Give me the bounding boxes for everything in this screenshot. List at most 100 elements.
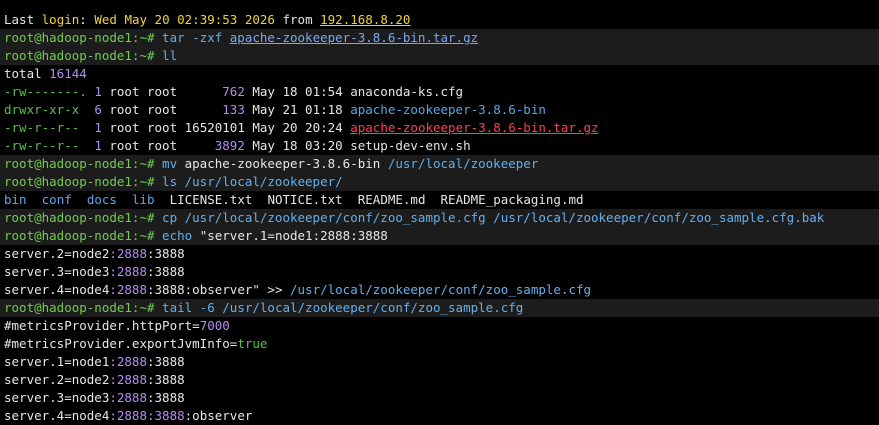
terminal-text: 3892 [214,138,245,153]
output-line: drwxr-xr-x 6 root root 133 May 21 01:18 … [0,101,879,119]
shell-command: tail [162,300,200,315]
command-line: root@hadoop-node1:~# cp /usr/local/zooke… [0,209,879,227]
terminal-text: #metricsProvider.httpPort [4,318,193,333]
terminal-link[interactable]: apache-zookeeper-3.8.6-bin.tar.gz [230,30,478,45]
output-line: server.3=node3:2888:3888 [0,389,879,407]
terminal-text: conf [41,192,72,207]
output-line: -rw-r--r-- 1 root root 16520101 May 20 2… [0,119,879,137]
shell-command: ls [162,174,185,189]
terminal-text: :2888 [109,246,147,261]
terminal-text: = [192,318,200,333]
terminal-text: May 21 01:18 [244,102,351,117]
terminal-text: -6 [199,300,223,315]
terminal-text: 1 [94,120,102,135]
terminal-text: login [41,12,80,27]
terminal-link[interactable]: apache-zookeeper-3.8.6-bin.tar.gz [350,120,598,135]
output-line: server.2=node2:2888:3888 [0,371,879,389]
shell-prompt: root@hadoop-node1:~# [4,156,163,171]
terminal-text: /usr/local/zookeeper [387,156,539,171]
output-line: server.3=node3:2888:3888 [0,263,879,281]
terminal-text: LICENSE.txt NOTICE.txt README.md README_… [154,192,584,207]
terminal-text: :2888 [109,264,147,279]
terminal-text: 7000 [199,318,230,333]
terminal-text: :2888 [109,408,147,423]
output-line: -rw-r--r-- 1 root root 3892 May 18 03:20… [0,137,879,155]
terminal-text: :3888 [147,282,185,297]
terminal-text: /usr/local/zookeeper/ [184,174,343,189]
output-line: server.4=node4:2888:3888:observer" >> /u… [0,281,879,299]
command-line: root@hadoop-node1:~# ls /usr/local/zooke… [0,173,879,191]
output-line: -rw-------. 1 root root 762 May 18 01:54… [0,83,879,101]
terminal-text: :3888 [147,246,185,261]
command-line: root@hadoop-node1:~# tar -zxf apache-zoo… [0,29,879,47]
terminal-text: server.1=node1 [4,354,110,369]
terminal-text: docs [86,192,117,207]
terminal-text: true [237,336,268,351]
shell-prompt: root@hadoop-node1:~# [4,48,163,63]
terminal-text: :3888 [147,390,185,405]
terminal-text: -rw-r--r-- [4,138,95,153]
terminal-text: bin [4,192,27,207]
terminal-text: drwxr-xr-x [4,102,95,117]
terminal-text: May 18 01:54 anaconda-ks.cfg [244,84,464,99]
terminal-text: "server.1=node1:2888:3888 [199,228,388,243]
terminal-text: server.2=node2 [4,372,110,387]
command-line: root@hadoop-node1:~# tail -6 /usr/local/… [0,299,879,317]
terminal-text: May 20 20:24 [244,120,351,135]
terminal-text: server.3=node3 [4,390,110,405]
command-line: root@hadoop-node1:~# ll [0,47,879,65]
shell-prompt: root@hadoop-node1:~# [4,210,163,225]
shell-command: mv [162,156,185,171]
terminal-text: Wed May 20 02:39:53 2026 [94,12,275,27]
output-line: server.4=node4:2888:3888:observer [0,407,879,425]
terminal-text: -rw-------. [4,84,95,99]
terminal-text: server.3=node3 [4,264,110,279]
shell-command: tar -zxf [162,30,230,45]
terminal-text: :2888 [109,282,147,297]
output-line: Last login: Wed May 20 02:39:53 2026 fro… [0,11,879,29]
output-line: server.2=node2:2888:3888 [0,245,879,263]
terminal-text: 16144 [49,66,87,81]
terminal-text: May 18 03:20 setup-dev-env.sh [244,138,471,153]
terminal-text: apache-zookeeper-3.8.6-bin [184,156,388,171]
terminal-output[interactable]: Last login: Wed May 20 02:39:53 2026 fro… [0,11,879,425]
shell-prompt: root@hadoop-node1:~# [4,228,163,243]
terminal-text: total [4,66,50,81]
output-line: bin conf docs lib LICENSE.txt NOTICE.txt… [0,191,879,209]
shell-command: cp [162,210,185,225]
terminal-text: -rw-r--r-- [4,120,95,135]
terminal-text: /usr/local/zookeeper/conf/zoo_sample.cfg [290,282,592,297]
command-line: root@hadoop-node1:~# mv apache-zookeeper… [0,155,879,173]
terminal-text: :observer [184,408,253,423]
terminal-text: #metricsProvider.exportJvmInfo [4,336,230,351]
output-line: #metricsProvider.httpPort=7000 [0,317,879,335]
output-line: server.1=node1:2888:3888 [0,353,879,371]
terminal-text: apache-zookeeper-3.8.6-bin [350,102,546,117]
terminal-text: :2888 [109,390,147,405]
terminal-text: :3888 [147,264,185,279]
shell-prompt: root@hadoop-node1:~# [4,300,163,315]
shell-command: echo [162,228,200,243]
terminal-text: root root [101,138,215,153]
terminal-text: from [274,12,321,27]
terminal-text: :2888 [109,354,147,369]
terminal-text: :3888 [147,372,185,387]
terminal-text: /usr/local/zookeeper/conf/zoo_sample.cfg [222,300,524,315]
terminal-text: root root [101,102,223,117]
terminal-link[interactable]: 192.168.8.20 [320,12,410,27]
terminal-text: root root [101,120,185,135]
terminal-text: Last [4,12,42,27]
terminal-text: server.4=node4 [4,282,110,297]
shell-prompt: root@hadoop-node1:~# [4,174,163,189]
terminal-text: : [79,12,95,27]
output-line: #metricsProvider.exportJvmInfo=true [0,335,879,353]
terminal-text: server.4=node4 [4,408,110,423]
terminal-text: :2888 [109,372,147,387]
terminal-text: 762 [222,84,245,99]
shell-prompt: root@hadoop-node1:~# [4,30,163,45]
command-line: root@hadoop-node1:~# echo "server.1=node… [0,227,879,245]
terminal-text: :3888 [147,408,185,423]
terminal-text: root root [101,84,223,99]
